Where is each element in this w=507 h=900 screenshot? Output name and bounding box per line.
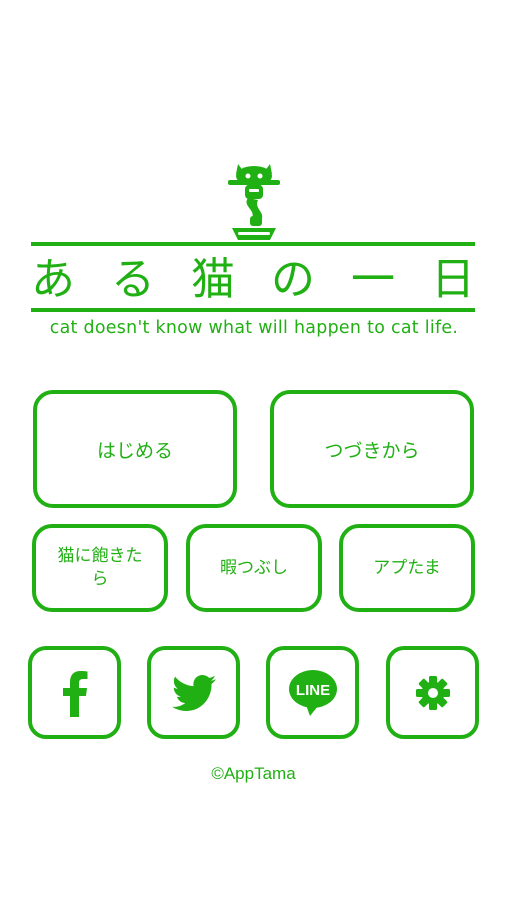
line-button[interactable]: LINE (266, 646, 359, 739)
title-char: 一 (351, 254, 395, 305)
title-rule-bottom (31, 308, 475, 312)
twitter-icon (171, 674, 216, 711)
line-icon-label: LINE (295, 682, 329, 699)
start-button[interactable]: はじめる (33, 390, 237, 508)
bored-of-cat-label: 猫に飽きたら (57, 546, 143, 589)
title-rule-top (31, 242, 475, 246)
apptama-button[interactable]: アプたま (339, 524, 475, 612)
bored-of-cat-button[interactable]: 猫に飽きたら (32, 524, 168, 612)
game-title: あ る 猫 の 一 日 (31, 254, 475, 306)
title-char: あ (31, 254, 75, 305)
cat-logo-icon (228, 164, 280, 240)
continue-button-label: つづきから (324, 439, 420, 462)
line-icon: LINE (288, 669, 337, 716)
gear-icon (415, 675, 450, 710)
title-char: 日 (431, 254, 475, 305)
facebook-button[interactable] (28, 646, 121, 739)
start-button-label: はじめる (96, 439, 173, 462)
pastime-label: 暇つぶし (220, 557, 288, 578)
title-char: の (271, 254, 315, 305)
twitter-button[interactable] (147, 646, 240, 739)
copyright: ©AppTama (211, 764, 296, 783)
continue-button[interactable]: つづきから (270, 390, 474, 508)
pastime-button[interactable]: 暇つぶし (186, 524, 322, 612)
settings-button[interactable] (386, 646, 479, 739)
title-char: 猫 (191, 254, 235, 305)
facebook-icon (62, 670, 87, 717)
apptama-label: アプたま (373, 557, 441, 578)
subtitle: cat doesn't know what will happen to cat… (49, 318, 459, 338)
title-char: る (111, 254, 155, 305)
